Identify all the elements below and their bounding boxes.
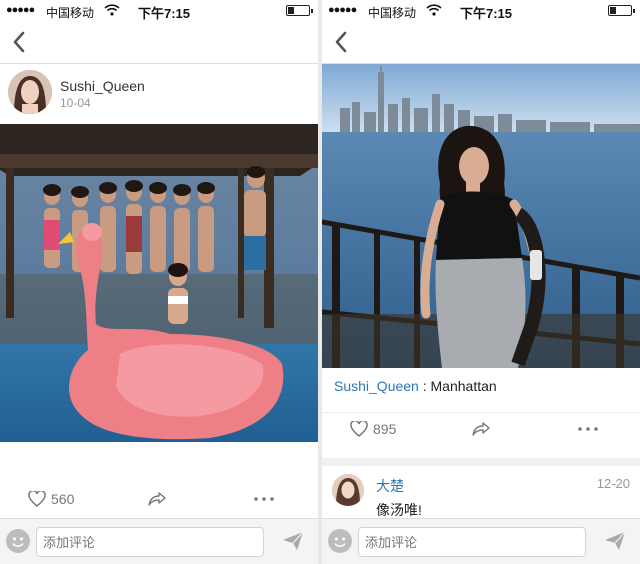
like-button[interactable]: 560 xyxy=(28,491,74,507)
right-screen: ●●●●● 中国移动 下午7:15 Sushi_Queen: Manhatta… xyxy=(322,0,640,564)
emoji-button[interactable] xyxy=(6,529,30,553)
caption-separator: : xyxy=(418,378,431,394)
like-count: 560 xyxy=(51,491,75,507)
back-icon xyxy=(335,31,347,53)
share-button[interactable] xyxy=(148,491,166,507)
send-icon xyxy=(283,531,304,550)
left-screen: ●●●●● 中国移动 下午7:15 Sushi_Queen 10-04 560 … xyxy=(0,0,318,564)
back-button[interactable] xyxy=(6,28,32,56)
carrier-label: 中国移动 xyxy=(46,6,95,20)
battery-icon xyxy=(286,5,313,16)
comment-item: 大楚 像汤唯! 12-20 xyxy=(322,458,640,518)
avatar[interactable] xyxy=(8,70,52,114)
signal-dots: ●●●●● xyxy=(328,4,357,16)
more-icon xyxy=(254,497,274,501)
post-date: 10-04 xyxy=(60,96,91,110)
emoji-icon xyxy=(7,530,29,552)
commenter-name[interactable]: 大楚 xyxy=(376,476,404,496)
back-icon xyxy=(13,31,25,53)
caption-location: Manhattan xyxy=(430,378,497,394)
like-count: 895 xyxy=(373,421,397,437)
commenter-avatar[interactable] xyxy=(332,474,364,506)
post-header: Sushi_Queen 10-04 xyxy=(0,68,318,120)
send-button[interactable] xyxy=(282,531,304,556)
post-photo[interactable] xyxy=(0,124,318,442)
post-photo[interactable] xyxy=(322,64,640,368)
comment-text: 像汤唯! xyxy=(376,502,422,518)
share-icon xyxy=(472,422,490,436)
more-button[interactable] xyxy=(578,427,598,431)
comment-input[interactable] xyxy=(358,527,586,557)
carrier-label: 中国移动 xyxy=(368,6,417,20)
comment-bar xyxy=(322,518,640,564)
send-icon xyxy=(605,531,626,550)
comment-bar xyxy=(0,518,318,564)
wifi-icon xyxy=(426,3,442,20)
post-caption: Sushi_Queen : Manhattan xyxy=(334,378,497,394)
share-icon xyxy=(148,492,166,506)
status-time: 下午7:15 xyxy=(460,6,513,21)
caption-author[interactable]: Sushi_Queen xyxy=(334,378,419,394)
like-button[interactable]: 895 xyxy=(350,421,396,437)
back-button[interactable] xyxy=(328,28,354,56)
nav-bar xyxy=(0,22,318,64)
status-bar: ●●●●● 中国移动 下午7:15 xyxy=(322,0,640,22)
status-bar: ●●●●● 中国移动 下午7:15 xyxy=(0,0,318,22)
action-bar: 895 xyxy=(322,412,640,448)
wifi-icon xyxy=(104,3,120,20)
post-author[interactable]: Sushi_Queen xyxy=(60,78,145,94)
battery-icon xyxy=(608,5,635,16)
more-icon xyxy=(578,427,598,431)
share-button[interactable] xyxy=(472,421,490,437)
action-bar: 560 xyxy=(0,483,318,519)
heart-icon xyxy=(28,491,46,507)
emoji-icon xyxy=(329,530,351,552)
status-time: 下午7:15 xyxy=(138,6,191,21)
heart-icon xyxy=(350,421,368,437)
comment-date: 12-20 xyxy=(596,476,630,491)
send-button[interactable] xyxy=(604,531,626,556)
signal-dots: ●●●●● xyxy=(6,4,35,16)
emoji-button[interactable] xyxy=(328,529,352,553)
nav-bar xyxy=(322,22,640,64)
more-button[interactable] xyxy=(254,497,274,501)
comment-input[interactable] xyxy=(36,527,264,557)
